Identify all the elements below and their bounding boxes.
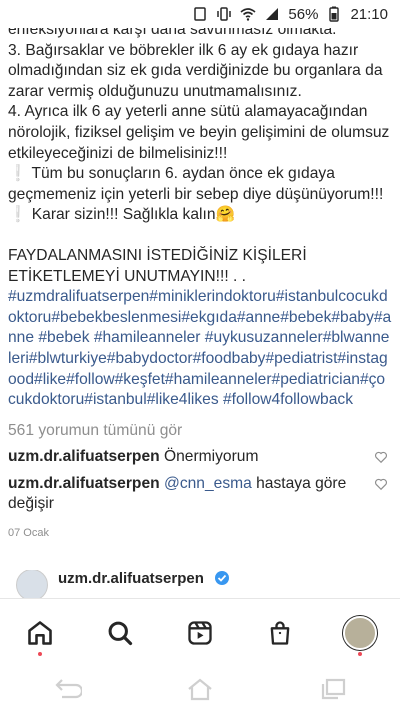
system-navigation-bar [0, 666, 400, 711]
caption-line: 4. Ayrıca ilk 6 ay yeterli anne sütü ala… [8, 103, 394, 162]
caption-callout: FAYDALANMASINI İSTEDİĞİNİZ KİŞİLERİ ETİK… [8, 246, 311, 285]
nav-shop[interactable] [260, 613, 300, 653]
comment-username[interactable]: uzm.dr.alifuatserpen [8, 475, 160, 492]
profile-avatar [343, 616, 377, 650]
nav-profile[interactable] [340, 613, 380, 656]
view-all-comments-link[interactable]: 561 yorumun tümünü gör [8, 421, 392, 442]
verified-badge-icon [214, 571, 229, 585]
caption-line: ❕ Tüm bu sonuçların 6. aydan önce ek gıd… [8, 165, 388, 224]
like-comment-heart-icon[interactable] [374, 450, 388, 464]
comment-text: uzm.dr.alifuatserpen @cnn_esma hastaya g… [8, 474, 358, 515]
author-username[interactable]: uzm.dr.alifuatserpen [58, 570, 204, 587]
status-bar: 56% 21:10 [0, 0, 400, 28]
clock: 21:10 [350, 5, 388, 23]
battery-icon [329, 6, 340, 22]
nav-reels[interactable] [180, 613, 220, 653]
vibrate-icon [217, 7, 232, 21]
wifi-icon [240, 8, 256, 21]
recents-icon[interactable] [318, 677, 348, 701]
post-date: 07 Ocak [8, 527, 49, 540]
search-icon [108, 621, 133, 646]
nav-search[interactable] [100, 613, 140, 653]
home-button-icon[interactable] [185, 677, 215, 701]
comment-row: uzm.dr.alifuatserpen @cnn_esma hastaya g… [8, 474, 392, 515]
comment-text: uzm.dr.alifuatserpen Önermiyorum [8, 447, 358, 468]
comment-body: Önermiyorum [164, 448, 259, 466]
battery-percent: 56% [288, 5, 319, 23]
bottom-navigation [0, 598, 400, 667]
comment-row: uzm.dr.alifuatserpen Önermiyorum [8, 447, 392, 468]
comment-mention[interactable]: @cnn_esma [164, 475, 252, 492]
notification-dot [38, 652, 42, 656]
hashtags[interactable]: #uzmdralifuatserpen#miniklerindoktoru#is… [8, 287, 392, 411]
comment-username[interactable]: uzm.dr.alifuatserpen [8, 448, 160, 465]
home-icon [28, 621, 52, 645]
notification-dot [358, 652, 362, 656]
nav-home[interactable] [20, 613, 60, 656]
screenshot-icon [194, 7, 207, 21]
like-comment-heart-icon[interactable] [374, 477, 388, 491]
next-post-header[interactable]: uzm.dr.alifuatserpen [16, 570, 386, 600]
signal-icon [266, 8, 279, 20]
shop-icon [270, 621, 290, 645]
author-avatar[interactable] [16, 570, 48, 600]
reels-icon [188, 621, 212, 645]
post-caption-area: enfeksiyonlara karşı daha savunmasız olm… [8, 20, 392, 544]
caption-line: 3. Bağırsaklar ve böbrekler ilk 6 ay ek … [8, 41, 387, 100]
back-icon[interactable] [52, 677, 82, 701]
